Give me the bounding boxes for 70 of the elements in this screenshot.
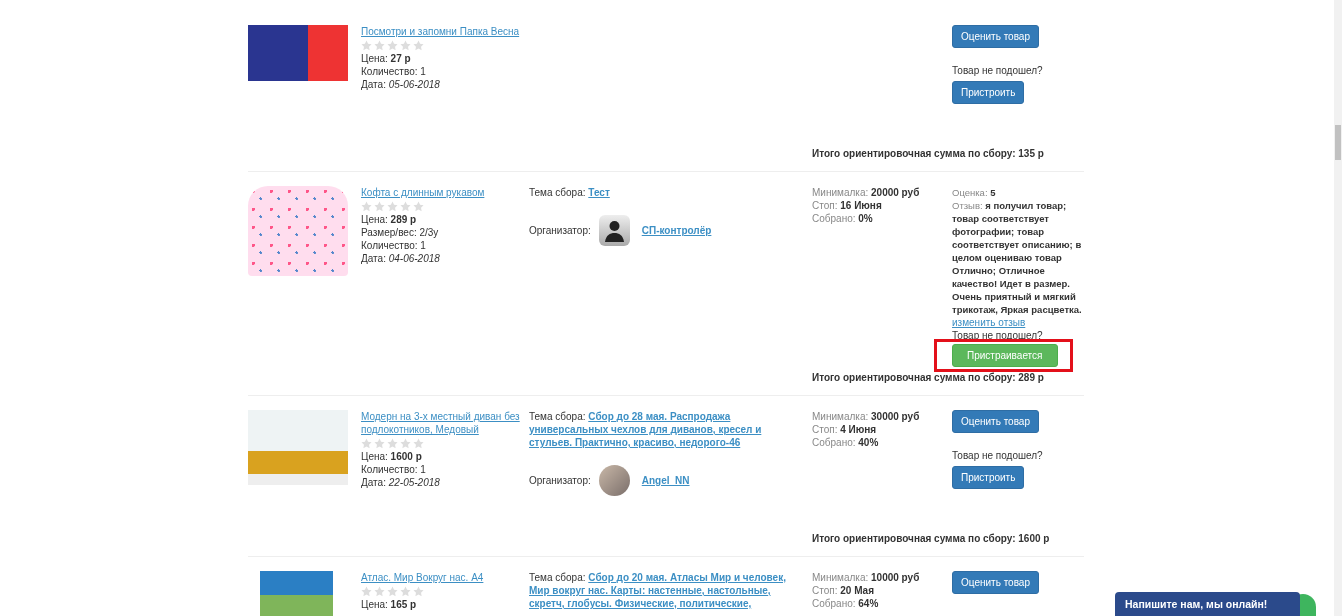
star-icon[interactable] bbox=[361, 201, 372, 212]
detail-text: Цена: 289 р bbox=[361, 213, 418, 226]
detail-text: Дата: 05-06-2018 bbox=[361, 78, 441, 91]
star-icon[interactable] bbox=[400, 586, 411, 597]
product-link[interactable]: Кофта с длинным рукавом bbox=[361, 186, 485, 199]
detail-text: Количество: 1 bbox=[361, 239, 427, 252]
collection-topic-text: Тема сбора: Сбор до 28 мая. Распродажа универсальных чехлов для диванов, кресел и стульев. Практично, красиво, недорого-46 bbox=[529, 410, 763, 449]
stat-text: Стоп: 4 Июня bbox=[812, 423, 878, 436]
prompt-text: Товар не подошел? bbox=[952, 64, 1044, 77]
star-icon[interactable] bbox=[374, 201, 385, 212]
star-icon[interactable] bbox=[374, 40, 385, 51]
collection-topic-text: Тема сбора: Сбор до 20 мая. Атласы Мир и человек, Мир вокруг нас. Карты: настенные, настольные, скретч, глобусы. Физические, политические, bbox=[529, 571, 787, 610]
organizer-label: Организатор: bbox=[529, 474, 591, 487]
star-icon[interactable] bbox=[361, 586, 372, 597]
star-icon[interactable] bbox=[400, 40, 411, 51]
star-icon[interactable] bbox=[374, 586, 385, 597]
order-total-text: Итого ориентировочная сумма по сбору: 1600 р bbox=[812, 532, 1051, 545]
star-icon[interactable] bbox=[413, 586, 424, 597]
review-text: Отзыв: я получил товар; товар соответствует фотографии; товар соответствует описанию; в целом оцениваю товар Отлично; Отличное качество! Идет в размер. Очень приятный и мягкий трикотаж, Яркая расцветка. bbox=[952, 199, 1083, 316]
star-icon[interactable] bbox=[400, 438, 411, 449]
star-icon[interactable] bbox=[387, 40, 398, 51]
product-link[interactable]: Посмотри и запомни Папка Весна bbox=[361, 25, 520, 38]
star-icon[interactable] bbox=[361, 438, 372, 449]
detail-text: Цена: 1600 р bbox=[361, 450, 423, 463]
stat-text: Минималка: 20000 руб bbox=[812, 186, 921, 199]
edit-review-link[interactable]: изменить отзыв bbox=[952, 316, 1026, 329]
product-link[interactable]: Модерн на 3-х местный диван без подлокотников, Медовый bbox=[361, 410, 521, 436]
avatar-photo-placeholder bbox=[598, 465, 630, 496]
star-icon[interactable] bbox=[413, 438, 424, 449]
chat-button[interactable]: Напишите нам, мы онлайн! bbox=[1115, 592, 1300, 616]
detail-text: Количество: 1 bbox=[361, 463, 427, 476]
organizer-label: Организатор: bbox=[529, 224, 591, 237]
stat-text: Стоп: 16 Июня bbox=[812, 199, 883, 212]
organizer-link[interactable]: Angel_NN bbox=[641, 474, 690, 487]
stat-text: Стоп: 20 Мая bbox=[812, 584, 875, 597]
scrollbar-thumb[interactable] bbox=[1335, 125, 1341, 160]
detail-text: Цена: 27 р bbox=[361, 52, 412, 65]
star-icon[interactable] bbox=[387, 438, 398, 449]
star-icon[interactable] bbox=[413, 201, 424, 212]
detail-text: Количество: 1 bbox=[361, 65, 427, 78]
stat-text: Собрано: 0% bbox=[812, 212, 874, 225]
product-link[interactable]: Атлас. Мир Вокруг нас. А4 bbox=[361, 571, 484, 584]
organizer-link[interactable]: СП-контролёр bbox=[641, 224, 712, 237]
review-text: Оценка: 5 bbox=[952, 186, 997, 199]
action-button[interactable]: Оценить товар bbox=[952, 25, 1039, 48]
stat-text: Собрано: 40% bbox=[812, 436, 880, 449]
prompt-text: Товар не подошел? bbox=[952, 329, 1044, 342]
action-button[interactable]: Оценить товар bbox=[952, 410, 1039, 433]
detail-text: Дата: 04-06-2018 bbox=[361, 252, 441, 265]
star-icon[interactable] bbox=[374, 438, 385, 449]
action-button[interactable]: Пристроить bbox=[952, 466, 1025, 489]
action-button[interactable]: Оценить товар bbox=[952, 571, 1039, 594]
collection-topic-text: Тема сбора: Тест bbox=[529, 186, 611, 199]
star-icon[interactable] bbox=[400, 201, 411, 212]
stat-text: Собрано: 64% bbox=[812, 597, 880, 610]
stat-text: Минималка: 10000 руб bbox=[812, 571, 921, 584]
detail-text: Дата: 22-05-2018 bbox=[361, 476, 441, 489]
action-button[interactable]: Пристроить bbox=[952, 81, 1025, 104]
star-icon[interactable] bbox=[413, 40, 424, 51]
prompt-text: Товар не подошел? bbox=[952, 449, 1044, 462]
star-icon[interactable] bbox=[387, 201, 398, 212]
star-icon[interactable] bbox=[387, 586, 398, 597]
detail-text: Цена: 165 р bbox=[361, 598, 418, 611]
star-icon[interactable] bbox=[361, 40, 372, 51]
order-total-text: Итого ориентировочная сумма по сбору: 135 р bbox=[812, 147, 1045, 160]
detail-text: Размер/вес: 2/3y bbox=[361, 226, 440, 239]
avatar-silhouette-icon bbox=[598, 215, 630, 246]
status-button[interactable]: Пристраивается bbox=[952, 344, 1058, 367]
order-total-text: Итого ориентировочная сумма по сбору: 289 р bbox=[812, 371, 1045, 384]
stat-text: Минималка: 30000 руб bbox=[812, 410, 921, 423]
